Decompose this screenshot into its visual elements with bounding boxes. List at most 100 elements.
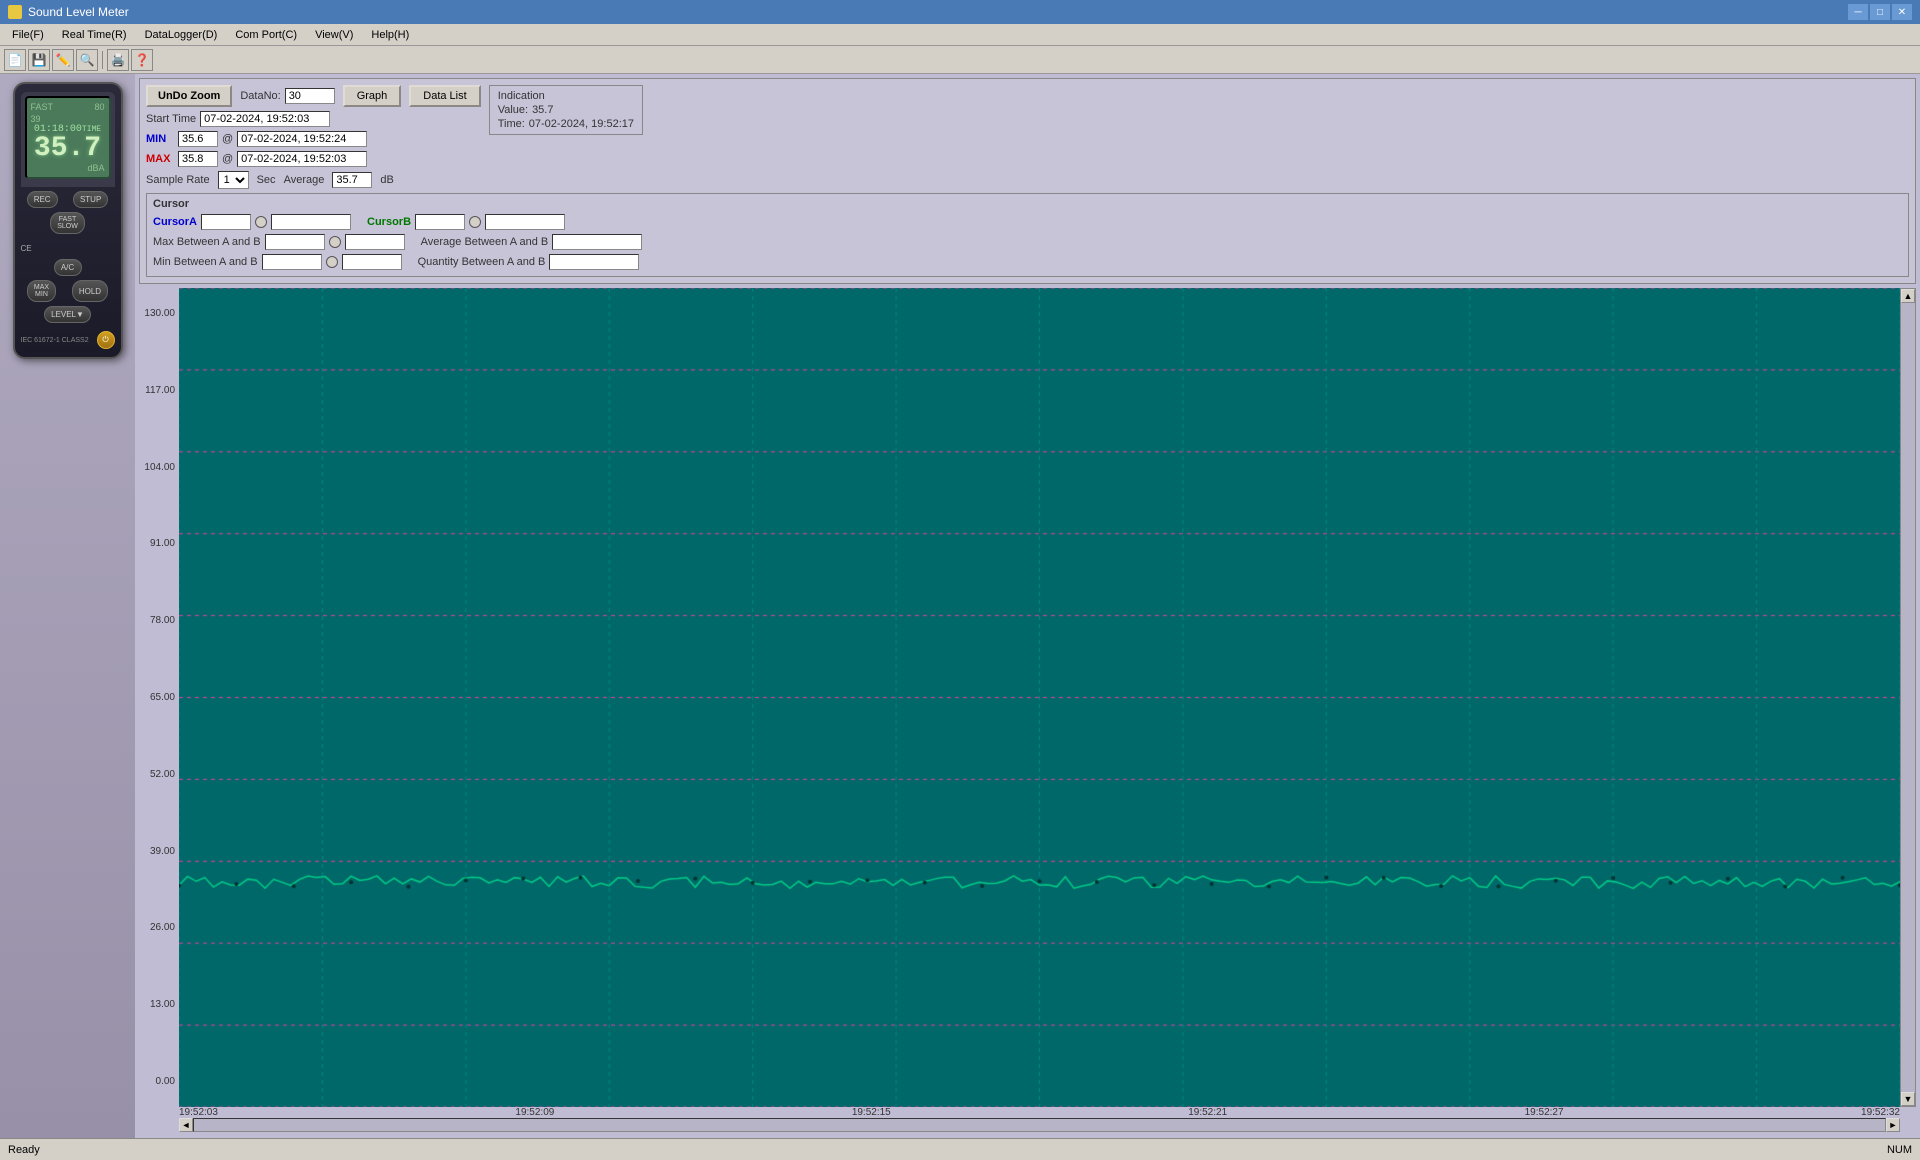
max-time-input[interactable] (237, 151, 367, 167)
sample-rate-select[interactable]: 1 2 5 (218, 171, 249, 189)
datalist-button[interactable]: Data List (409, 85, 480, 107)
slm-btn-row-4: MAXMIN HOLD (21, 280, 115, 302)
minimize-button[interactable]: ─ (1848, 4, 1868, 20)
right-panel: UnDo Zoom DataNo: Graph Data List Start … (135, 74, 1920, 1138)
x-label-4: 19:52:27 (1525, 1107, 1564, 1118)
avg-between-value[interactable] (552, 234, 642, 250)
slm-btn-row-3: A/C (21, 259, 115, 276)
slm-btn-hold[interactable]: HOLD (72, 280, 108, 302)
scroll-track-v[interactable] (1901, 303, 1915, 1092)
y-label-65: 65.00 (150, 692, 175, 703)
max-between-time[interactable] (345, 234, 405, 250)
menu-comport[interactable]: Com Port(C) (227, 27, 305, 43)
y-label-91: 91.00 (150, 538, 175, 549)
y-label-117: 117.00 (145, 385, 175, 396)
slm-btn-level[interactable]: LEVEL▼ (44, 306, 91, 323)
toolbar-search[interactable]: 🔍 (76, 49, 98, 71)
slm-btn-rec[interactable]: REC (27, 191, 58, 208)
slm-btn-setup[interactable]: STUP (73, 191, 108, 208)
status-bar: Ready NUM (0, 1138, 1920, 1160)
min-between-time[interactable] (342, 254, 402, 270)
menu-view[interactable]: View(V) (307, 27, 361, 43)
slm-btn-fastslow[interactable]: FASTSLOW (50, 212, 85, 234)
status-right: NUM (1887, 1144, 1912, 1156)
min-at-label: @ (222, 133, 233, 145)
sample-rate-unit: Sec (257, 174, 276, 186)
menu-file[interactable]: File(F) (4, 27, 52, 43)
slm-btn-maxmin[interactable]: MAXMIN (27, 280, 56, 302)
slm-power-btn[interactable]: ⏻ (97, 331, 115, 349)
scroll-up-button[interactable]: ▲ (1901, 289, 1915, 303)
title-bar-controls[interactable]: ─ □ ✕ (1848, 4, 1912, 20)
scroll-down-button[interactable]: ▼ (1901, 1092, 1915, 1106)
qty-between-label: Quantity Between A and B (418, 256, 546, 268)
slm-btn-ac[interactable]: A/C (54, 259, 82, 276)
maximize-button[interactable]: □ (1870, 4, 1890, 20)
min-label: MIN (146, 133, 174, 145)
graph-button[interactable]: Graph (343, 85, 402, 107)
scroll-track-h[interactable] (193, 1118, 1886, 1132)
indication-title: Indication (498, 90, 634, 102)
qty-between-value[interactable] (549, 254, 639, 270)
slm-dba: dBA (31, 163, 105, 173)
cursor-b-circle (469, 216, 481, 228)
start-time-input[interactable] (200, 111, 330, 127)
graph-main: 130.00 117.00 104.00 91.00 78.00 65.00 5… (139, 288, 1916, 1107)
y-label-0: 0.00 (156, 1076, 175, 1087)
cursor-title: Cursor (153, 198, 1902, 210)
close-button[interactable]: ✕ (1892, 4, 1912, 20)
indication-time-label: Time: (498, 118, 525, 130)
max-label: MAX (146, 153, 174, 165)
slm-buttons: REC STUP FASTSLOW CE A/C MAXMIN HOLD LEV (21, 191, 115, 349)
cursor-a-time[interactable] (271, 214, 351, 230)
toolbar-help[interactable]: ❓ (131, 49, 153, 71)
start-time-label: Start Time (146, 113, 196, 125)
slm-device: FAST 80 39 01:18:00TIME 35.7 dBA REC (13, 82, 123, 359)
toolbar-print[interactable]: 🖨️ (107, 49, 129, 71)
x-label-2: 19:52:15 (852, 1107, 891, 1118)
indication-time: 07-02-2024, 19:52:17 (529, 118, 634, 130)
h-scrollbar[interactable]: ◄ ► (179, 1118, 1900, 1134)
toolbar-save[interactable]: 💾 (28, 49, 50, 71)
y-label-26: 26.00 (150, 922, 175, 933)
menu-help[interactable]: Help(H) (363, 27, 417, 43)
sample-rate-label: Sample Rate (146, 174, 210, 186)
graph-x-axis: 19:52:03 19:52:09 19:52:15 19:52:21 19:5… (179, 1107, 1900, 1118)
slm-top: FAST 80 39 01:18:00TIME 35.7 dBA (21, 92, 115, 187)
device-panel: FAST 80 39 01:18:00TIME 35.7 dBA REC (0, 74, 135, 1138)
x-label-5: 19:52:32 (1861, 1107, 1900, 1118)
graph-canvas[interactable] (179, 288, 1900, 1107)
indication-value: 35.7 (532, 104, 553, 116)
cursor-a-value[interactable] (201, 214, 251, 230)
cursor-a-circle (255, 216, 267, 228)
menu-datalogger[interactable]: DataLogger(D) (137, 27, 226, 43)
scroll-left-button[interactable]: ◄ (179, 1118, 193, 1132)
x-label-0: 19:52:03 (179, 1107, 218, 1118)
title-bar-left: Sound Level Meter (8, 5, 129, 19)
max-value-input[interactable] (178, 151, 218, 167)
min-between-value[interactable] (262, 254, 322, 270)
cursor-b-row: CursorB (367, 214, 565, 230)
slm-ce-mark: CE (21, 244, 32, 253)
cursor-a-row: CursorA (153, 214, 351, 230)
slm-iec: IEC 61672-1 CLASS2 (21, 337, 89, 344)
cursor-b-time[interactable] (485, 214, 565, 230)
min-time-input[interactable] (237, 131, 367, 147)
y-label-130: 130.00 (144, 308, 175, 319)
toolbar-edit[interactable]: ✏️ (52, 49, 74, 71)
cursor-b-value[interactable] (415, 214, 465, 230)
x-label-1: 19:52:09 (515, 1107, 554, 1118)
data-no-input[interactable] (285, 88, 335, 104)
toolbar-new[interactable]: 📄 (4, 49, 26, 71)
undo-zoom-button[interactable]: UnDo Zoom (146, 85, 232, 107)
slm-display: FAST 80 39 01:18:00TIME 35.7 dBA (25, 96, 111, 179)
right-scrollbar[interactable]: ▲ ▼ (1900, 288, 1916, 1107)
average-input[interactable] (332, 172, 372, 188)
y-label-39: 39.00 (150, 846, 175, 857)
indication-box: Indication Value: 35.7 Time: 07-02-2024,… (489, 85, 643, 135)
max-between-value[interactable] (265, 234, 325, 250)
scroll-right-button[interactable]: ► (1886, 1118, 1900, 1132)
menu-realtime[interactable]: Real Time(R) (54, 27, 135, 43)
min-value-input[interactable] (178, 131, 218, 147)
cursor-a-label: CursorA (153, 216, 197, 228)
